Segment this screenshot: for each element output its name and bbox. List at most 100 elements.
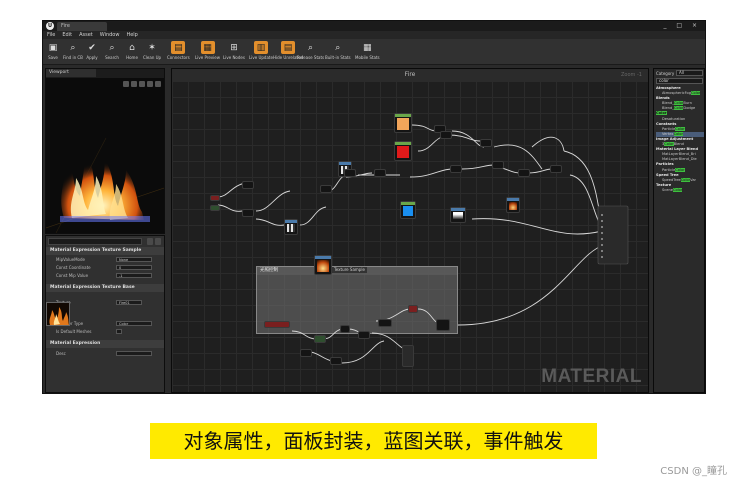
texture-node-fire-small[interactable] bbox=[506, 197, 520, 213]
menu-help[interactable]: Help bbox=[126, 31, 137, 39]
math-node[interactable] bbox=[320, 185, 332, 193]
toolbar-button[interactable]: ▦ Mobile Stats bbox=[355, 41, 380, 63]
search-match: Color bbox=[675, 167, 685, 172]
viewport-mode-icon[interactable] bbox=[123, 81, 129, 87]
texture-node-stripes-2[interactable] bbox=[284, 219, 298, 235]
sampler-type-dropdown[interactable]: Color bbox=[116, 321, 152, 326]
texture-sample-label: Texture Sample bbox=[332, 267, 367, 273]
math-node[interactable] bbox=[242, 209, 254, 217]
details-view-icon[interactable] bbox=[147, 238, 153, 245]
menu-file[interactable]: File bbox=[47, 31, 55, 39]
toolbar-button[interactable]: ▣ Save bbox=[46, 41, 60, 63]
desc-field[interactable] bbox=[116, 351, 152, 356]
comment-node[interactable] bbox=[436, 319, 450, 331]
prop-label: Is Default Meshes bbox=[56, 329, 92, 334]
texture-asset-dropdown[interactable]: Fire01 bbox=[116, 300, 142, 305]
math-node[interactable] bbox=[492, 161, 504, 169]
palette-category-select[interactable]: All bbox=[676, 70, 703, 76]
caption-banner: 对象属性，面板封装，蓝图关联，事件触发 bbox=[150, 423, 597, 459]
toolbar-button-label: Search bbox=[105, 55, 119, 60]
toolbar-button-label: Mobile Stats bbox=[355, 55, 380, 60]
comment-node[interactable] bbox=[340, 325, 350, 333]
math-node[interactable] bbox=[450, 165, 462, 173]
comment-node[interactable] bbox=[300, 349, 312, 357]
toolbar-button[interactable]: ✶ Clean Up bbox=[143, 41, 161, 63]
comment-node[interactable] bbox=[358, 331, 370, 339]
constant-node-orange[interactable] bbox=[394, 113, 412, 133]
fire-preview-image bbox=[46, 137, 164, 233]
toolbar-button[interactable]: ⊞ Live Nodes bbox=[223, 41, 245, 63]
viewport-tab[interactable]: Viewport bbox=[46, 69, 96, 77]
connectors-icon: ▤ bbox=[171, 41, 186, 54]
section-texture-base[interactable]: Material Expression Texture Base bbox=[46, 284, 164, 292]
prop-row: Is Default Meshes bbox=[46, 328, 164, 335]
comment-node[interactable] bbox=[314, 335, 326, 343]
math-node[interactable] bbox=[210, 195, 220, 201]
comment-node[interactable] bbox=[378, 319, 392, 327]
prop-value[interactable]: 0 bbox=[116, 265, 152, 270]
viewport-mesh-icon[interactable] bbox=[147, 81, 153, 87]
search-match: Color bbox=[674, 101, 684, 106]
details-search-input[interactable] bbox=[48, 238, 142, 245]
texture-sample-node[interactable] bbox=[314, 255, 332, 275]
constant-node-red[interactable] bbox=[394, 141, 412, 161]
math-node[interactable] bbox=[480, 139, 492, 147]
texture-thumbnail[interactable] bbox=[46, 302, 70, 326]
math-node[interactable] bbox=[210, 205, 220, 211]
math-node[interactable] bbox=[518, 169, 530, 177]
toolbar-button[interactable]: ⌕ Search bbox=[105, 41, 119, 63]
comment-node[interactable] bbox=[330, 357, 342, 365]
palette-search-input[interactable]: color bbox=[656, 78, 703, 84]
toolbar-button-label: Live Update bbox=[249, 55, 273, 60]
texture-node-black[interactable] bbox=[450, 207, 466, 223]
viewport-realtime-icon[interactable] bbox=[155, 81, 161, 87]
menu-edit[interactable]: Edit bbox=[62, 31, 72, 39]
menu-bar: File Edit Asset Window Help bbox=[43, 31, 705, 39]
search-match: Color bbox=[680, 177, 691, 182]
toolbar-button-label: Live Nodes bbox=[223, 55, 245, 60]
toolbar-button[interactable]: ⌕ Release Stats bbox=[297, 41, 324, 63]
viewport-panel: Viewport bbox=[45, 68, 165, 234]
apply-icon: ✔ bbox=[88, 42, 96, 53]
toolbar-button-label: Live Preview bbox=[195, 55, 221, 60]
toolbar-button-label: Release Stats bbox=[297, 55, 325, 60]
math-node[interactable] bbox=[242, 181, 254, 189]
toolbar-button[interactable]: ▤ Connectors bbox=[167, 41, 190, 63]
prop-value[interactable]: None bbox=[116, 257, 152, 262]
section-material-expression[interactable]: Material Expression bbox=[46, 340, 164, 348]
comment-node[interactable] bbox=[408, 305, 418, 313]
details-options-icon[interactable] bbox=[155, 238, 161, 245]
toolbar-button[interactable]: ⌕ Find in CB bbox=[63, 41, 83, 63]
mobile-stats-icon: ▦ bbox=[363, 42, 372, 53]
prop-value[interactable]: -1 bbox=[116, 273, 152, 278]
toolbar-button-label: Built-in Stats bbox=[325, 55, 351, 60]
toolbar-button[interactable]: ▥ Live Update bbox=[249, 41, 273, 63]
search-match: Color bbox=[691, 91, 701, 96]
home-icon: ⌂ bbox=[129, 42, 135, 53]
math-node[interactable] bbox=[440, 131, 452, 139]
editor-tab[interactable]: Fire bbox=[57, 22, 107, 31]
comment-node[interactable] bbox=[264, 321, 290, 328]
viewport-preview[interactable] bbox=[46, 78, 164, 233]
comment-node[interactable] bbox=[402, 345, 414, 367]
window-controls[interactable]: _ □ × bbox=[663, 22, 701, 29]
math-node[interactable] bbox=[550, 165, 562, 173]
toolbar-button[interactable]: ⌕ Built-in Stats bbox=[325, 41, 351, 63]
toolbar-button[interactable]: ▦ Live Preview bbox=[195, 41, 220, 63]
constant-node-blue[interactable] bbox=[400, 201, 416, 219]
viewport-grid-icon[interactable] bbox=[131, 81, 137, 87]
menu-asset[interactable]: Asset bbox=[79, 31, 93, 39]
palette-category-label: Category bbox=[656, 71, 675, 76]
default-meshes-checkbox[interactable] bbox=[116, 329, 122, 334]
math-node[interactable] bbox=[344, 169, 356, 177]
material-graph[interactable]: Fire Zoom -1 光照控制 Texture Sample MATERIA… bbox=[171, 68, 649, 393]
menu-window[interactable]: Window bbox=[100, 31, 120, 39]
palette-item[interactable]: SceneColor bbox=[656, 187, 704, 193]
toolbar-button[interactable]: ⌂ Home bbox=[125, 41, 139, 63]
details-tools bbox=[147, 238, 161, 245]
math-node[interactable] bbox=[374, 169, 386, 177]
search-match: Color bbox=[672, 187, 683, 192]
toolbar-button[interactable]: ✔ Apply bbox=[85, 41, 99, 63]
viewport-light-icon[interactable] bbox=[139, 81, 145, 87]
section-texture-sample[interactable]: Material Expression Texture Sample bbox=[46, 247, 164, 255]
